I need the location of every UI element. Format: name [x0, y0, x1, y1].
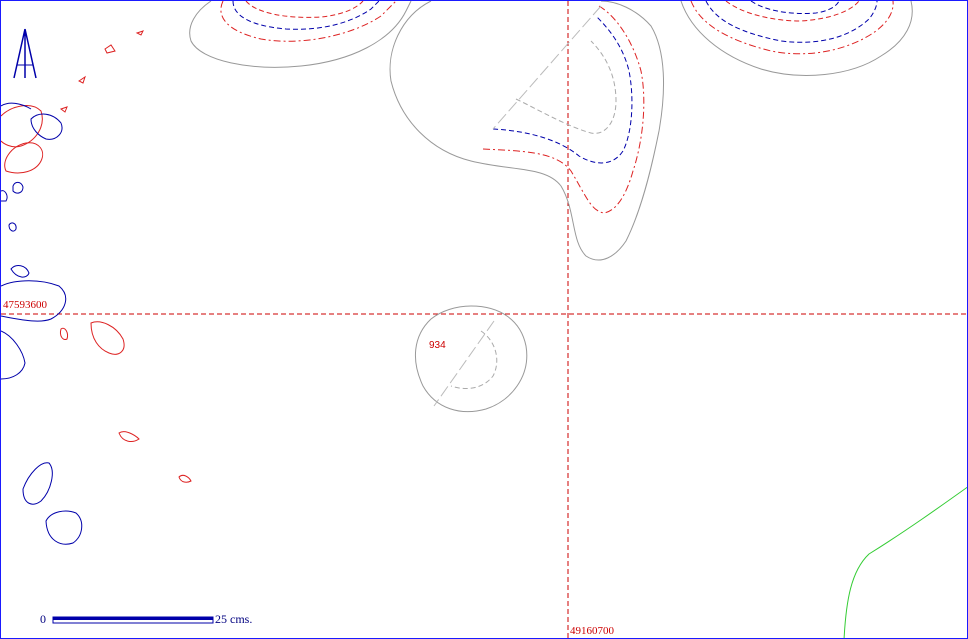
scale-bar-end-label: 25 cms. [215, 612, 253, 626]
scale-bar-graphic [52, 616, 214, 624]
mark-red-4 [59, 106, 68, 113]
slope-line-central [492, 5, 602, 130]
mark-red-3 [78, 75, 86, 84]
map-canvas[interactable]: 47593600 49160700 934 0 25 cms. [0, 0, 968, 639]
contour-outline-central [389, 1, 664, 261]
north-arrow-icon [13, 28, 37, 79]
contour-red2-top-right [725, 1, 860, 22]
contour-red-central [482, 5, 645, 214]
contour-outline-top-right [680, 1, 913, 76]
contour-red-left-5 [118, 431, 140, 442]
contour-blue-top-left [232, 1, 380, 30]
contour-red-left-2 [4, 142, 44, 174]
hill-934-outline [414, 305, 528, 413]
contour-red2-top-left [245, 1, 364, 18]
contour-red-left-4 [60, 327, 68, 340]
contour-blue2-top-right [750, 1, 840, 14]
easting-label: 49160700 [570, 625, 614, 637]
contour-red-left-6 [178, 474, 192, 483]
feature-label-934: 934 [429, 340, 446, 351]
contour-red-left-3 [90, 321, 125, 355]
northing-label: 47593600 [3, 299, 47, 311]
contour-gray-central-inner [515, 40, 617, 134]
scale-bar-start-label: 0 [40, 612, 46, 626]
contour-blue-left-10 [45, 510, 83, 545]
contour-blue-central [492, 15, 633, 164]
contour-red-left-1 [1, 105, 43, 148]
contour-blue-left-5 [8, 222, 17, 232]
contour-blue-left-9 [22, 462, 53, 505]
mark-red-1 [104, 44, 116, 54]
contour-blue-left-6 [10, 265, 30, 278]
contour-blue-left-3 [12, 181, 24, 194]
contour-red-top-left [220, 1, 397, 42]
mark-red-2 [135, 30, 144, 36]
contour-blue-left-4 [1, 190, 8, 202]
map-drawing [1, 1, 967, 638]
contour-blue-left-8 [1, 330, 26, 380]
contour-outline-top-left [189, 1, 412, 68]
boundary-green [843, 486, 967, 638]
contour-blue-left-2 [1, 102, 32, 110]
contour-red-top-right [690, 1, 894, 55]
hill-934-inner-contour [450, 330, 498, 389]
